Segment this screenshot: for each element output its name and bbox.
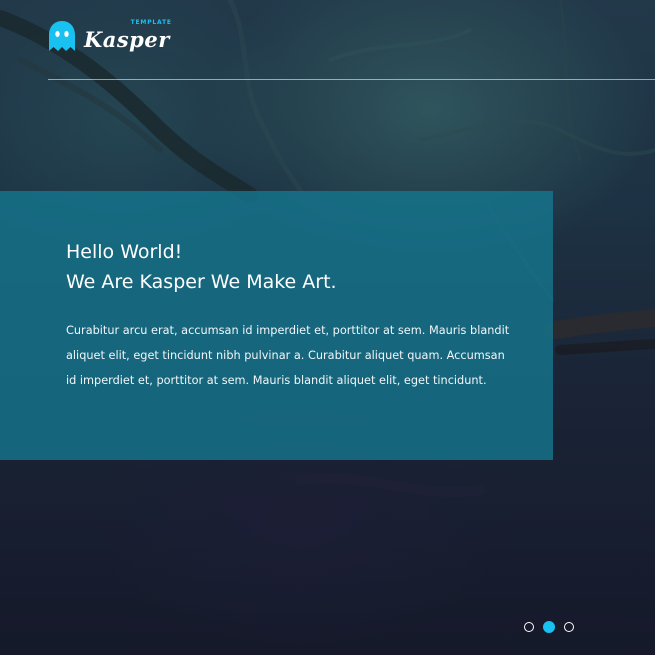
logo[interactable]: Kasper TEMPLATE bbox=[48, 18, 172, 54]
slider-dot-1[interactable] bbox=[524, 622, 534, 632]
brand-tag: TEMPLATE bbox=[130, 18, 172, 26]
hero-card: Hello World! We Are Kasper We Make Art. … bbox=[0, 191, 553, 460]
brand-name: Kasper TEMPLATE bbox=[84, 18, 172, 52]
site-header: Kasper TEMPLATE bbox=[48, 16, 655, 80]
hero-section: Kasper TEMPLATE Hello World! We Are Kasp… bbox=[0, 0, 655, 655]
slider-dot-3[interactable] bbox=[564, 622, 574, 632]
slider-dot-2-active[interactable] bbox=[543, 621, 555, 633]
hero-description: Curabitur arcu erat, accumsan id imperdi… bbox=[66, 324, 510, 387]
ghost-icon bbox=[49, 21, 75, 51]
slider-pagination bbox=[524, 621, 574, 633]
hero-title: Hello World! We Are Kasper We Make Art. bbox=[66, 237, 513, 297]
brand-name-text: Kasper bbox=[84, 26, 170, 52]
hero-title-line-1: Hello World! bbox=[66, 241, 183, 263]
hero-title-line-2: We Are Kasper We Make Art. bbox=[66, 271, 337, 293]
